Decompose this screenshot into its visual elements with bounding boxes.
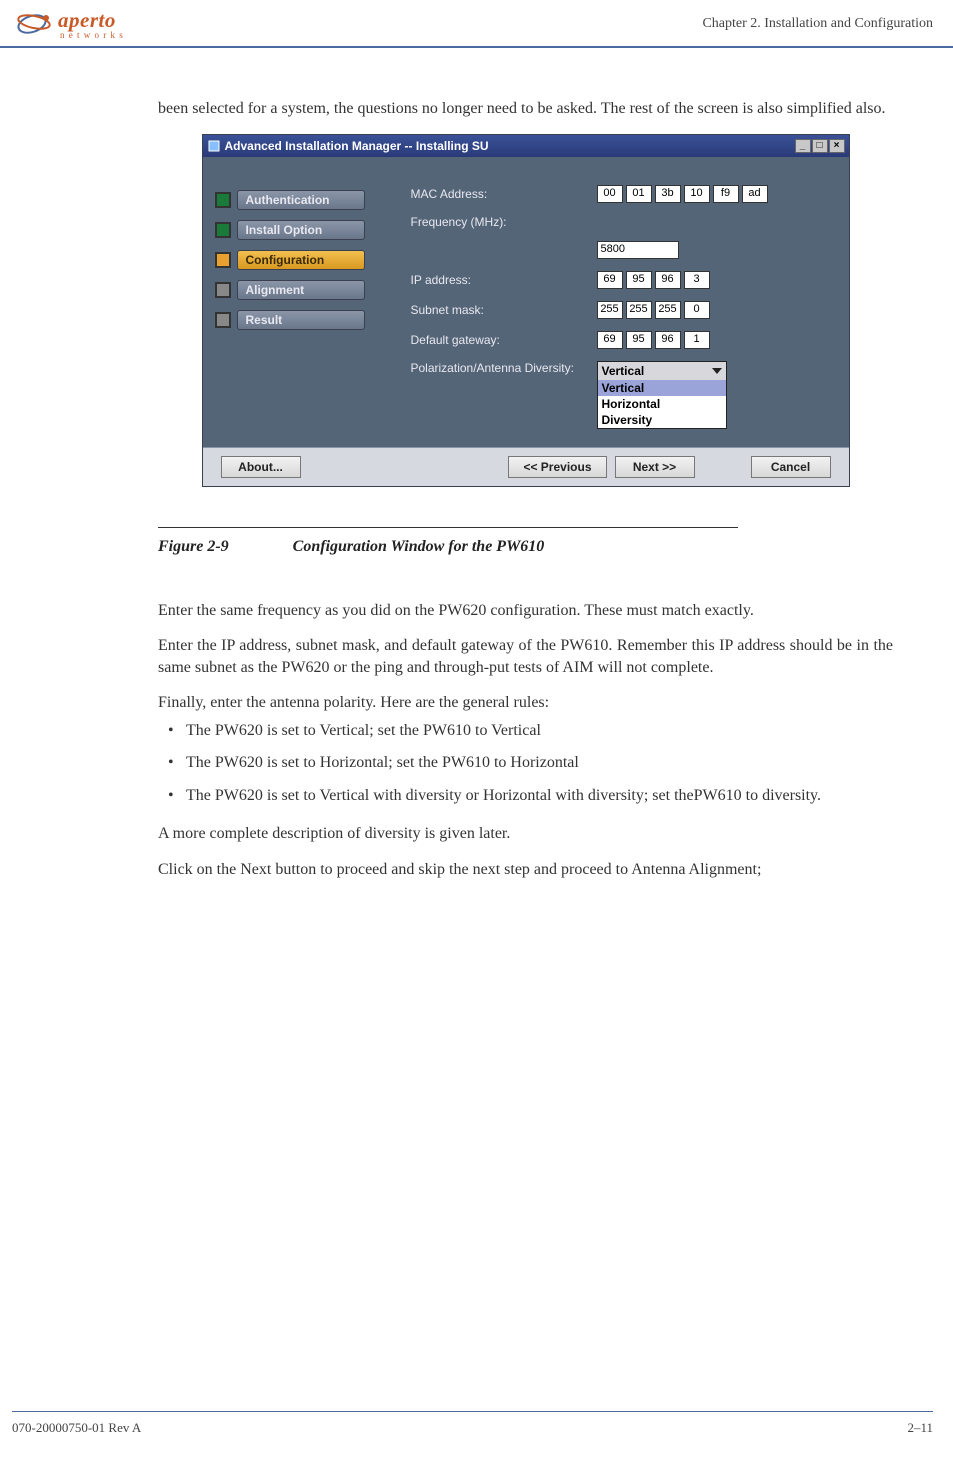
paragraph: Click on the Next button to proceed and … — [158, 859, 893, 881]
ip-octet[interactable]: 69 — [597, 271, 623, 289]
intro-paragraph: been selected for a system, the question… — [158, 98, 893, 120]
step-alignment[interactable]: Alignment — [215, 279, 365, 301]
polarization-option[interactable]: Vertical — [598, 380, 726, 396]
page-footer: 070-20000750-01 Rev A 2–11 — [0, 1411, 953, 1436]
freq-input[interactable]: 5800 — [597, 241, 679, 259]
ip-label: IP address: — [411, 273, 591, 287]
page-number: 2–11 — [907, 1420, 933, 1436]
about-button[interactable]: About... — [221, 456, 301, 478]
mac-octet[interactable]: f9 — [713, 185, 739, 203]
subnet-octet[interactable]: 0 — [684, 301, 710, 319]
step-install-option[interactable]: Install Option — [215, 219, 365, 241]
list-item: The PW620 is set to Horizontal; set the … — [186, 752, 893, 774]
step-result[interactable]: Result — [215, 309, 365, 331]
polarization-dropdown[interactable]: Vertical Vertical Horizontal Diversity — [597, 361, 727, 429]
cancel-button[interactable]: Cancel — [751, 456, 831, 478]
gw-octet[interactable]: 69 — [597, 331, 623, 349]
mac-octet[interactable]: 00 — [597, 185, 623, 203]
app-icon — [207, 139, 221, 153]
list-item: The PW620 is set to Vertical with divers… — [186, 785, 893, 807]
subnet-octet[interactable]: 255 — [655, 301, 681, 319]
logo: aperto n e t w o r k s — [12, 8, 124, 40]
maximize-button[interactable]: □ — [812, 139, 828, 153]
window-title: Advanced Installation Manager -- Install… — [225, 139, 489, 153]
step-configuration[interactable]: Configuration — [215, 249, 365, 271]
paragraph: Enter the same frequency as you did on t… — [158, 600, 893, 622]
ip-octet[interactable]: 96 — [655, 271, 681, 289]
ip-input-group: 69 95 96 3 — [597, 271, 710, 289]
mac-input-group: 00 01 3b 10 f9 ad — [597, 185, 768, 203]
freq-label: Frequency (MHz): — [411, 215, 591, 229]
chevron-down-icon — [712, 368, 722, 374]
step-authentication[interactable]: Authentication — [215, 189, 365, 211]
figure-title: Configuration Window for the PW610 — [293, 538, 545, 555]
minimize-button[interactable]: _ — [795, 139, 811, 153]
next-button[interactable]: Next >> — [615, 456, 695, 478]
mac-octet[interactable]: 01 — [626, 185, 652, 203]
previous-button[interactable]: << Previous — [508, 456, 606, 478]
mac-octet[interactable]: 10 — [684, 185, 710, 203]
polarization-selected: Vertical — [602, 364, 645, 378]
figure-rule — [158, 527, 738, 528]
gateway-label: Default gateway: — [411, 333, 591, 347]
gw-octet[interactable]: 95 — [626, 331, 652, 349]
subnet-octet[interactable]: 255 — [626, 301, 652, 319]
polarization-options: Vertical Horizontal Diversity — [598, 380, 726, 428]
rules-list: The PW620 is set to Vertical; set the PW… — [158, 720, 893, 807]
mac-octet[interactable]: 3b — [655, 185, 681, 203]
paragraph: Finally, enter the antenna polarity. Her… — [158, 692, 893, 714]
screenshot-figure: Advanced Installation Manager -- Install… — [202, 134, 850, 487]
mac-label: MAC Address: — [411, 187, 591, 201]
chapter-label: Chapter 2. Installation and Configuratio… — [702, 16, 933, 32]
figure-caption: Figure 2-9 Configuration Window for the … — [158, 538, 893, 556]
doc-revision: 070-20000750-01 Rev A — [12, 1420, 141, 1436]
subnet-octet[interactable]: 255 — [597, 301, 623, 319]
app-window: Advanced Installation Manager -- Install… — [202, 134, 850, 487]
wizard-footer: About... << Previous Next >> Cancel — [203, 447, 849, 486]
polarization-option[interactable]: Diversity — [598, 412, 726, 428]
content-area: been selected for a system, the question… — [0, 48, 953, 880]
gateway-input-group: 69 95 96 1 — [597, 331, 710, 349]
window-titlebar: Advanced Installation Manager -- Install… — [203, 135, 849, 157]
ip-octet[interactable]: 95 — [626, 271, 652, 289]
wizard-steps: Authentication Install Option Configurat… — [215, 167, 365, 441]
logo-subtext: n e t w o r k s — [60, 30, 124, 40]
footer-rule — [12, 1411, 933, 1412]
page-header: aperto n e t w o r k s Chapter 2. Instal… — [0, 0, 953, 46]
subnet-label: Subnet mask: — [411, 303, 591, 317]
gw-octet[interactable]: 1 — [684, 331, 710, 349]
polarization-label: Polarization/Antenna Diversity: — [411, 361, 591, 375]
close-button[interactable]: × — [829, 139, 845, 153]
gw-octet[interactable]: 96 — [655, 331, 681, 349]
logo-swirl-icon — [12, 8, 54, 40]
figure-number: Figure 2-9 — [158, 538, 229, 555]
subnet-input-group: 255 255 255 0 — [597, 301, 710, 319]
paragraph: A more complete description of diversity… — [158, 823, 893, 845]
mac-octet[interactable]: ad — [742, 185, 768, 203]
config-form: MAC Address: 00 01 3b 10 f9 ad Frequency… — [383, 167, 839, 441]
polarization-option[interactable]: Horizontal — [598, 396, 726, 412]
list-item: The PW620 is set to Vertical; set the PW… — [186, 720, 893, 742]
ip-octet[interactable]: 3 — [684, 271, 710, 289]
paragraph: Enter the IP address, subnet mask, and d… — [158, 635, 893, 678]
